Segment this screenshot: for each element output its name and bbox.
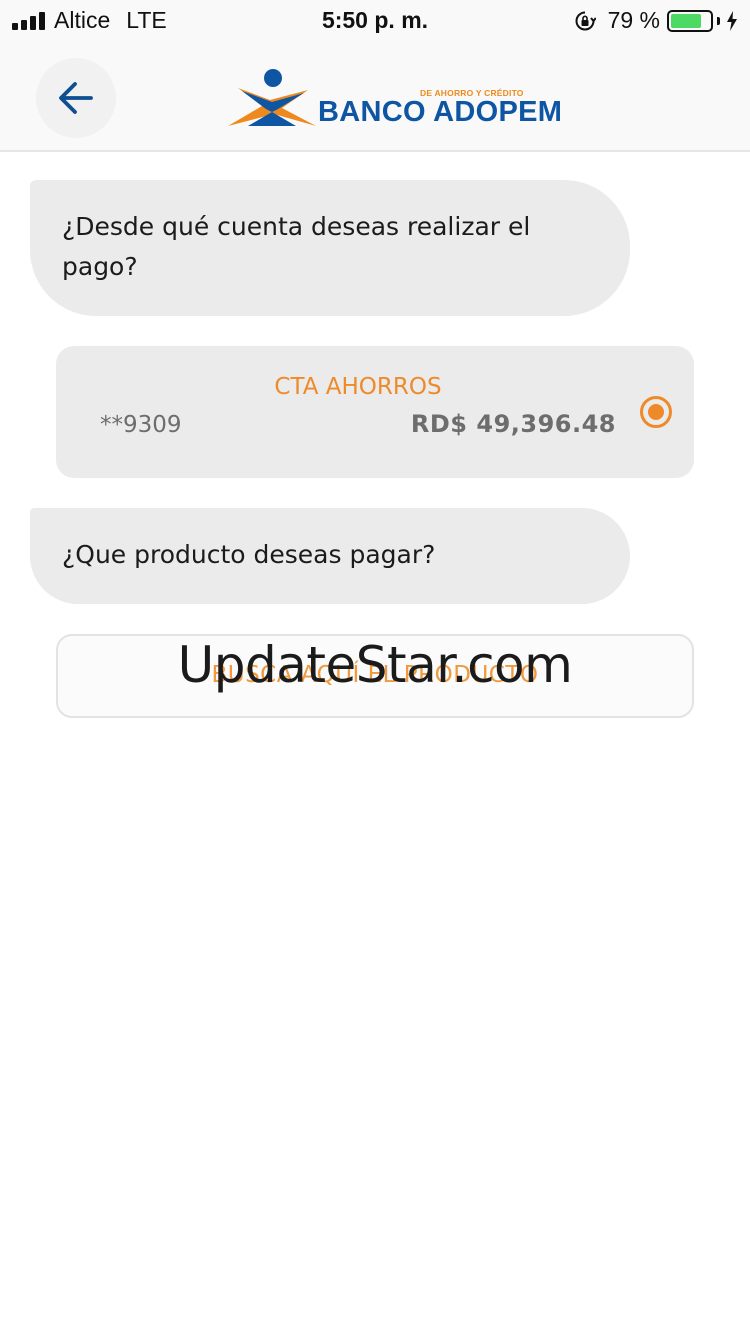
battery-percent: 79 % (607, 7, 660, 33)
chat-bubble-product-question: ¿Que producto deseas pagar? (30, 508, 630, 604)
back-button[interactable] (36, 58, 116, 138)
status-right: 79 % (574, 7, 738, 34)
account-type: CTA AHORROS (274, 374, 442, 400)
bank-logo: DE AHORRO Y CRÉDITO BANCO ADOPEM (228, 68, 562, 130)
logo-figure-icon (228, 69, 316, 126)
battery-level-fill (671, 13, 702, 28)
chat-bubble-account-question: ¿Desde qué cuenta deseas realizar el pag… (30, 180, 630, 316)
watermark-text: UpdateStar.com (177, 636, 573, 694)
account-radio-button[interactable] (640, 396, 672, 428)
account-option-card[interactable]: CTA AHORROS **9309 RD$ 49,396.48 (56, 346, 694, 478)
account-number: **9309 (100, 412, 182, 438)
account-balance: RD$ 49,396.48 (410, 410, 616, 438)
battery-nub (717, 16, 720, 25)
arrow-left-icon (59, 82, 93, 114)
app-header: DE AHORRO Y CRÉDITO BANCO ADOPEM (0, 42, 750, 152)
logo-name: BANCO ADOPEM (318, 96, 563, 128)
charging-bolt-icon (727, 10, 737, 31)
status-bar: Altice LTE 5:50 p. m. 79 % (0, 0, 750, 42)
orientation-lock-icon (575, 11, 596, 30)
battery-icon (667, 9, 713, 32)
radio-selected-dot (648, 404, 664, 420)
